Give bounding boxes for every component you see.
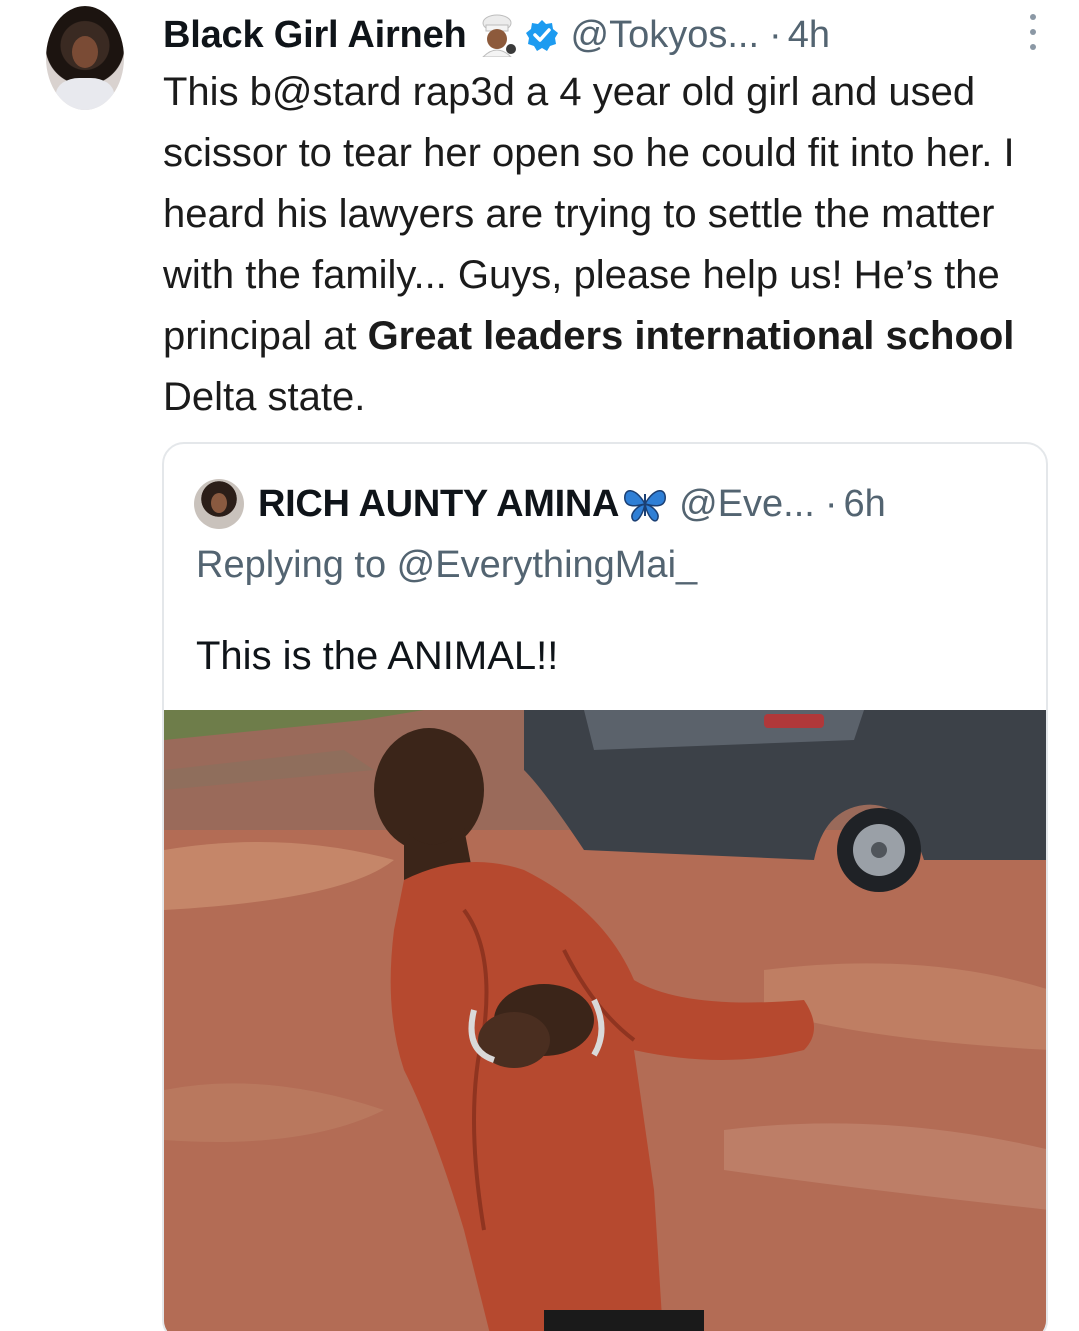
butterfly-icon: [621, 484, 669, 524]
tweet-text-bold: Great leaders international school: [367, 314, 1015, 358]
quoted-tweet-time: 6h: [843, 482, 886, 525]
tweet-header: Black Girl Airneh @Tokyos... · 4h: [163, 10, 1043, 60]
tweet-time[interactable]: 4h: [788, 14, 830, 57]
quoted-tweet-photo[interactable]: [164, 710, 1046, 1331]
quoted-tweet-text: This is the ANIMAL!!: [196, 634, 559, 678]
quoted-author-name: RICH AUNTY AMINA: [258, 482, 620, 525]
quoted-author-handle: @Eve...: [679, 482, 815, 525]
avatar-face: [72, 36, 98, 68]
quoted-tweet-card[interactable]: RICH AUNTY AMINA @Eve... · 6h Replying t…: [162, 442, 1048, 1331]
tweet-text-part2: Delta state.: [163, 375, 366, 419]
cook-emoji-icon: [475, 13, 519, 58]
replying-to: Replying to @EverythingMai_: [196, 544, 698, 586]
author-avatar[interactable]: [46, 6, 124, 110]
tweet-text: This b@stard rap3d a 4 year old girl and…: [163, 62, 1053, 428]
quoted-separator-dot: ·: [824, 482, 838, 525]
separator-dot: ·: [769, 13, 782, 56]
author-handle[interactable]: @Tokyos...: [571, 14, 760, 57]
quoted-tweet-header: RICH AUNTY AMINA @Eve... · 6h: [194, 478, 1026, 530]
author-name[interactable]: Black Girl Airneh: [163, 14, 467, 57]
verified-badge-icon: [525, 18, 559, 52]
quoted-author-avatar: [194, 479, 244, 529]
more-options-icon[interactable]: [1027, 14, 1039, 50]
quoted-avatar-face: [211, 493, 227, 513]
avatar-clothing: [56, 78, 114, 110]
